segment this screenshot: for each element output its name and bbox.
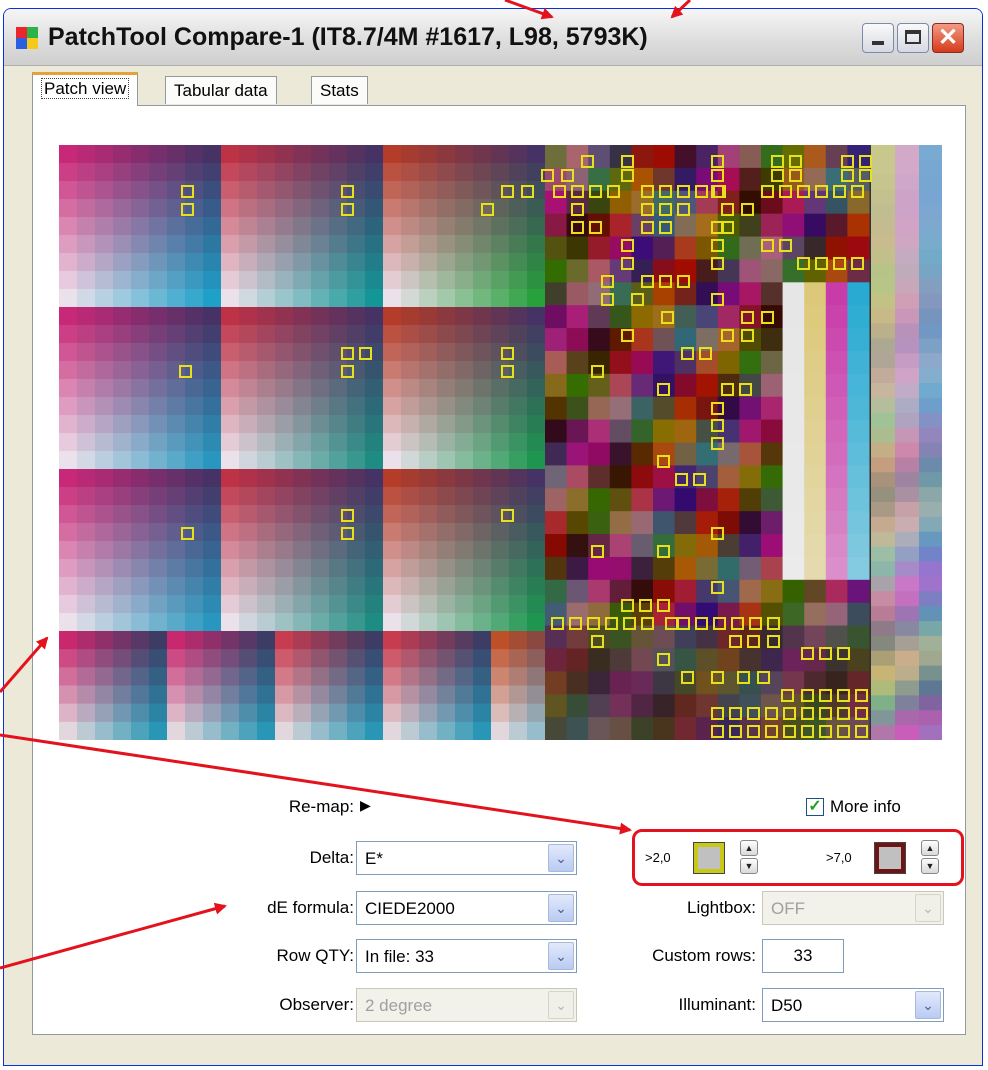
tab-label: Patch view <box>41 78 130 99</box>
title-bar[interactable]: PatchTool Compare-1 (IT8.7/4M #1617, L98… <box>4 9 982 66</box>
observer-select: 2 degree ⌄ <box>356 988 577 1022</box>
illuminant-label: Illuminant: <box>678 995 756 1014</box>
row-qty-label: Row QTY: <box>276 946 354 965</box>
patch-grid[interactable] <box>59 145 942 740</box>
maximize-button[interactable] <box>897 23 929 53</box>
maximize-icon <box>905 30 921 44</box>
de-formula-select[interactable]: CIEDE2000 ⌄ <box>356 891 577 925</box>
illuminant-select[interactable]: D50 ⌄ <box>762 988 944 1022</box>
chevron-down-icon[interactable]: ⌄ <box>548 942 574 970</box>
app-icon <box>16 27 38 49</box>
triangle-right-icon[interactable]: ▶ <box>360 797 371 814</box>
lightbox-select: OFF ⌄ <box>762 891 944 925</box>
tab-label: Tabular data <box>174 81 268 100</box>
lightbox-label: Lightbox: <box>687 898 756 917</box>
minimize-button[interactable] <box>862 23 894 53</box>
close-icon: ✕ <box>937 24 959 51</box>
row-qty-value: In file: 33 <box>365 947 434 966</box>
row-qty-select[interactable]: In file: 33 ⌄ <box>356 939 577 973</box>
more-info-label: More info <box>830 797 901 816</box>
close-button[interactable]: ✕ <box>932 23 964 53</box>
illuminant-value: D50 <box>771 996 803 1015</box>
custom-rows-input[interactable]: 33 <box>762 939 844 973</box>
de-formula-label: dE formula: <box>267 898 354 917</box>
chevron-down-icon[interactable]: ⌄ <box>548 894 574 922</box>
more-info-checkbox[interactable]: ✓ <box>806 798 824 816</box>
tab-stats[interactable]: Stats <box>311 76 368 104</box>
delta-select[interactable]: E* ⌄ <box>356 841 577 875</box>
de-formula-value: CIEDE2000 <box>365 899 455 918</box>
remap-label: Re-map: <box>288 797 354 816</box>
window-title: PatchTool Compare-1 (IT8.7/4M #1617, L98… <box>48 23 648 51</box>
tab-patch-view[interactable]: Patch view <box>32 72 139 106</box>
tab-label: Stats <box>320 81 359 100</box>
custom-rows-label: Custom rows: <box>652 946 756 965</box>
chevron-down-icon: ⌄ <box>548 991 574 1019</box>
threshold-annotation-box <box>632 829 964 886</box>
observer-label: Observer: <box>279 995 354 1014</box>
delta-label: Delta: <box>309 848 354 867</box>
chevron-down-icon[interactable]: ⌄ <box>548 844 574 872</box>
tab-tabular-data[interactable]: Tabular data <box>165 76 277 104</box>
lightbox-value: OFF <box>771 899 805 918</box>
delta-value: E* <box>365 849 383 868</box>
chevron-down-icon[interactable]: ⌄ <box>915 991 941 1019</box>
chevron-down-icon: ⌄ <box>915 894 941 922</box>
minimize-icon <box>872 41 884 45</box>
observer-value: 2 degree <box>365 996 433 1015</box>
